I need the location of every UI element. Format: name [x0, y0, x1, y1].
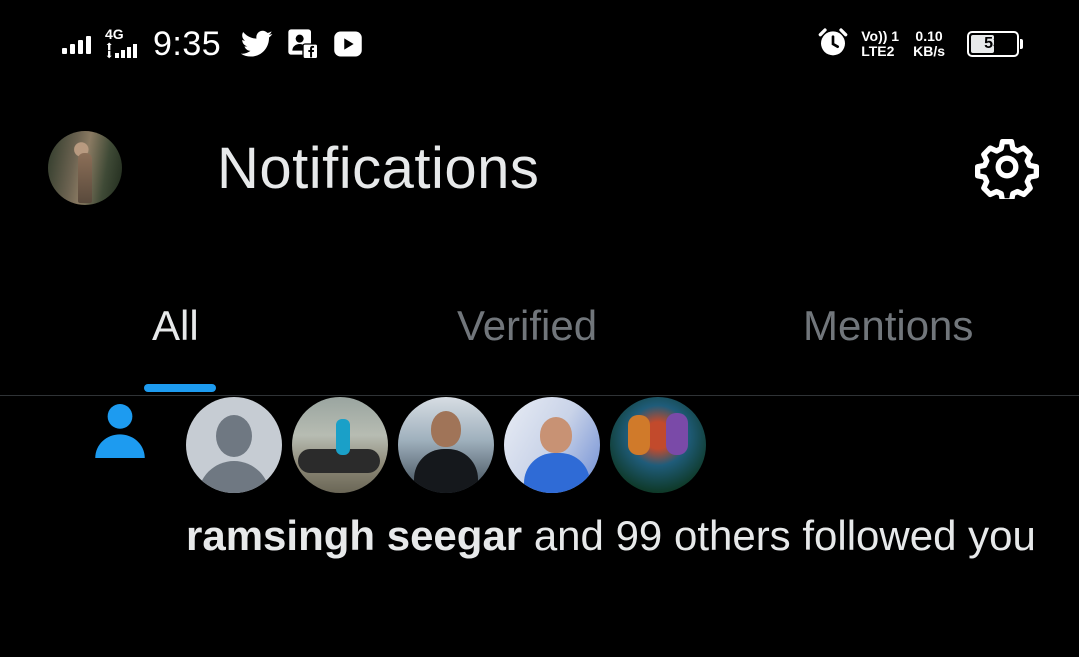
status-bar-right: Vo)) 1 LTE2 0.10 KB/s 53 — [817, 24, 1023, 64]
volte-line-1: Vo)) 1 — [861, 28, 900, 44]
mobile-data-icon: 4G ⬆ ⬇ — [105, 26, 145, 62]
profile-avatar-button[interactable] — [48, 131, 122, 205]
gear-icon — [975, 135, 1039, 204]
page-title: Notifications — [217, 136, 540, 201]
data-arrows-icon: ⬆ ⬇ — [105, 42, 114, 61]
facebook-pages-icon — [287, 28, 319, 60]
follower-avatar[interactable] — [398, 397, 494, 493]
follower-avatar[interactable] — [292, 397, 388, 493]
battery-icon: 53 — [967, 31, 1023, 57]
follower-avatar[interactable] — [610, 397, 706, 493]
speed-unit: KB/s — [913, 43, 945, 59]
youtube-icon — [333, 30, 363, 58]
clock: 9:35 — [153, 24, 222, 63]
follower-avatar[interactable] — [504, 397, 600, 493]
notification-text: ramsingh seegar and 99 others followed y… — [186, 506, 1056, 566]
settings-button[interactable] — [972, 134, 1042, 204]
network-speed: 0.10 KB/s — [913, 29, 945, 59]
tab-mentions[interactable]: Mentions — [803, 302, 973, 350]
network-type-label: 4G — [105, 26, 124, 42]
follower-name-link[interactable]: ramsingh seegar — [186, 512, 522, 559]
battery-percent: 53 — [984, 35, 1002, 52]
tab-all[interactable]: All — [152, 302, 199, 350]
active-tab-indicator — [144, 384, 216, 392]
status-bar: 4G ⬆ ⬇ 9:35 Vo)) 1 LTE2 0.10 KB/s 53 — [0, 0, 1079, 86]
speed-value: 0.10 — [915, 28, 943, 44]
signal-strength-icon — [62, 34, 91, 54]
notification-item-follow[interactable]: ramsingh seegar and 99 others followed y… — [0, 396, 1079, 657]
tab-verified[interactable]: Verified — [457, 302, 597, 350]
volte-line-2: LTE2 — [861, 43, 895, 59]
alarm-icon — [817, 26, 849, 63]
follower-avatars — [186, 397, 706, 493]
volte-indicator: Vo)) 1 LTE2 — [861, 29, 899, 59]
twitter-icon — [241, 30, 273, 58]
notification-message: and 99 others followed you — [522, 512, 1036, 559]
follower-avatar-default[interactable] — [186, 397, 282, 493]
notification-tabs: All Verified Mentions — [0, 290, 1079, 396]
person-icon — [93, 401, 147, 466]
status-bar-left: 4G ⬆ ⬇ 9:35 — [62, 24, 377, 64]
